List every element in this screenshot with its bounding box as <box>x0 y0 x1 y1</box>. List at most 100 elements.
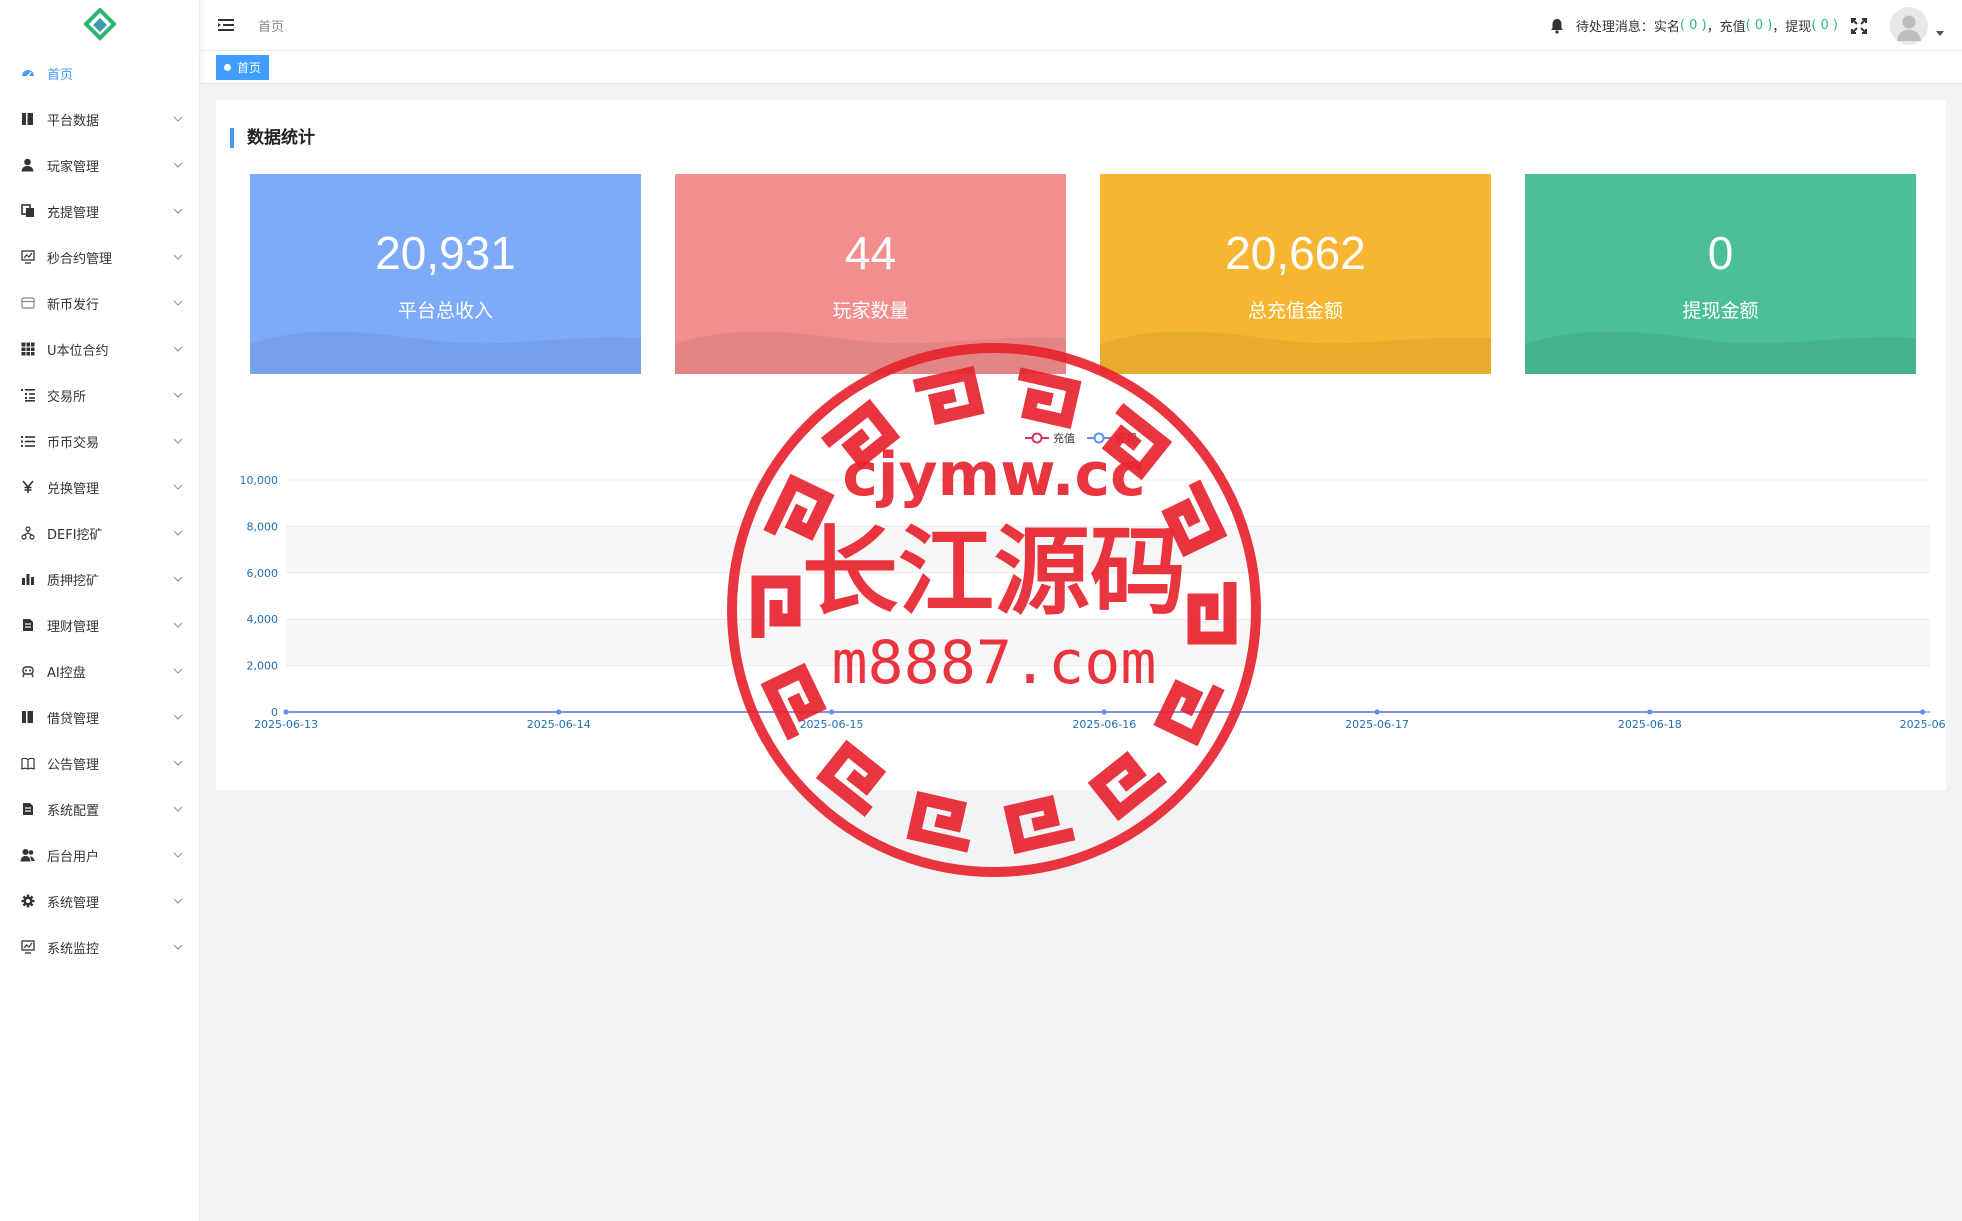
breadcrumb[interactable]: 首页 <box>258 16 284 35</box>
card-player-count[interactable]: 44 玩家数量 <box>675 174 1066 374</box>
sidebar-item-13[interactable]: AI控盘 <box>0 648 199 694</box>
realname-label[interactable]: 实名 <box>1654 16 1680 35</box>
chevron-down-icon <box>171 710 185 724</box>
avatar[interactable] <box>1890 6 1928 45</box>
pending-label: 待处理消息： <box>1575 20 1654 35</box>
realname-count[interactable]: ( 0 ) <box>1680 18 1707 33</box>
sidebar-item-label: 新币发行 <box>47 297 100 313</box>
card-total-revenue[interactable]: 20,931 平台总收入 <box>250 174 641 374</box>
data-point <box>1920 709 1926 715</box>
sidebar-item-1[interactable]: 平台数据 <box>0 96 199 142</box>
sidebar-item-5[interactable]: 新币发行 <box>0 280 199 326</box>
tags-view: 首页 <box>200 51 1962 84</box>
withdraw-count[interactable]: ( 0 ) <box>1811 18 1838 33</box>
sidebar-item-14[interactable]: 借贷管理 <box>0 694 199 740</box>
x-tick-label: 2025-06-14 <box>527 718 591 731</box>
chevron-down-icon <box>171 434 185 448</box>
x-tick-label: 2025-06-15 <box>800 718 864 731</box>
chevron-down-icon <box>171 940 185 954</box>
bell-icon[interactable] <box>1550 18 1566 34</box>
chevron-down-icon <box>171 664 185 678</box>
card-value: 44 <box>844 227 897 279</box>
grid-band <box>286 619 1930 666</box>
data-point <box>1647 709 1653 715</box>
line-chart: 充值 提现 0 2,000 4,000 6,000 8,000 10,000 2025-06… <box>216 390 1946 790</box>
document-icon <box>20 802 35 817</box>
sidebar-item-label: 币币交易 <box>47 435 100 451</box>
sidebar-menu: 首页平台数据 玩家管理充提管理秒合约管理新币发行 U本位合约交易所币币交易兑换管理 D… <box>0 50 199 970</box>
sidebar-item-label: 理财管理 <box>47 619 100 635</box>
monitor-chart-icon <box>20 940 35 955</box>
sidebar-item-10[interactable]: DEFI挖矿 <box>0 510 199 556</box>
sidebar-item-label: 兑换管理 <box>47 481 100 497</box>
card-value: 20,931 <box>375 227 516 279</box>
card-label: 玩家数量 <box>832 300 909 322</box>
sidebar-item-6[interactable]: U本位合约 <box>0 326 199 372</box>
sidebar-item-label: 系统监控 <box>47 941 100 957</box>
wave-decoration <box>1525 331 1916 374</box>
card-label: 提现金额 <box>1682 300 1759 322</box>
sidebar-item-2[interactable]: 玩家管理 <box>0 142 199 188</box>
x-tick-label: 2025-06-17 <box>1345 718 1409 731</box>
sidebar-item-label: 后台用户 <box>47 849 100 865</box>
dashboard-icon <box>20 66 35 81</box>
card-total-recharge[interactable]: 20,662 总充值金额 <box>1100 174 1491 374</box>
stats-panel: 数据统计 20,931 平台总收入 44 玩家数量 20,662 总充值金额 0… <box>216 100 1946 790</box>
sidebar-item-label: 交易所 <box>47 389 87 405</box>
sidebar-item-label: AI控盘 <box>47 665 86 681</box>
y-tick-label: 10,000 <box>240 474 279 487</box>
chevron-down-icon <box>171 572 185 586</box>
logo[interactable] <box>0 0 199 50</box>
card-withdraw-amount[interactable]: 0 提现金额 <box>1525 174 1916 374</box>
chevron-down-icon <box>171 894 185 908</box>
x-tick-label: 2025-06 <box>1900 718 1946 731</box>
caret-down-icon[interactable] <box>1936 30 1944 39</box>
x-tick-label: 2025-06-18 <box>1618 718 1682 731</box>
recharge-label[interactable]: ，充值 <box>1707 16 1746 35</box>
list-icon <box>20 434 35 449</box>
topbar-right: 待处理消息： 实名 ( 0 ) ，充值 ( 0 ) ，提现 ( 0 ) <box>1550 0 1944 51</box>
tag-home[interactable]: 首页 <box>216 54 270 80</box>
sidebar-item-label: 系统配置 <box>47 803 100 819</box>
y-tick-label: 4,000 <box>247 613 279 626</box>
topbar: 首页 待处理消息： 实名 ( 0 ) ，充值 ( 0 ) ，提现 ( 0 ) <box>200 0 1962 51</box>
sidebar-item-0[interactable]: 首页 <box>0 50 199 96</box>
chevron-down-icon <box>171 296 185 310</box>
sidebar-item-17[interactable]: 后台用户 <box>0 832 199 878</box>
sidebar-item-4[interactable]: 秒合约管理 <box>0 234 199 280</box>
monitor-chart-icon <box>20 250 35 265</box>
withdraw-label[interactable]: ，提现 <box>1772 16 1811 35</box>
chevron-down-icon <box>171 388 185 402</box>
chevron-down-icon <box>171 204 185 218</box>
sidebar-item-label: 充提管理 <box>47 205 100 221</box>
sidebar-item-label: 借贷管理 <box>47 711 100 727</box>
sidebar-item-label: 公告管理 <box>47 757 100 773</box>
menu-toggle-icon[interactable] <box>216 15 236 35</box>
chevron-down-icon <box>171 112 185 126</box>
chevron-down-icon <box>171 848 185 862</box>
user-icon <box>20 158 35 173</box>
sidebar-item-8[interactable]: 币币交易 <box>0 418 199 464</box>
chevron-down-icon <box>171 250 185 264</box>
sidebar-item-15[interactable]: 公告管理 <box>0 740 199 786</box>
data-point <box>1374 709 1380 715</box>
data-point <box>283 709 289 715</box>
chevron-down-icon <box>171 618 185 632</box>
sidebar-item-label: 首页 <box>47 67 74 83</box>
sidebar-item-16[interactable]: 系统配置 <box>0 786 199 832</box>
y-tick-label: 2,000 <box>247 660 279 673</box>
sidebar-item-12[interactable]: 理财管理 <box>0 602 199 648</box>
sidebar-item-18[interactable]: 系统管理 <box>0 878 199 924</box>
open-book-icon <box>20 756 35 771</box>
fullscreen-icon[interactable] <box>1850 17 1868 35</box>
sidebar-item-3[interactable]: 充提管理 <box>0 188 199 234</box>
chevron-down-icon <box>171 526 185 540</box>
recharge-count[interactable]: ( 0 ) <box>1746 18 1773 33</box>
sidebar-item-9[interactable]: 兑换管理 <box>0 464 199 510</box>
sidebar-item-7[interactable]: 交易所 <box>0 372 199 418</box>
sidebar-item-19[interactable]: 系统监控 <box>0 924 199 970</box>
chevron-down-icon <box>171 756 185 770</box>
sidebar-item-11[interactable]: 质押挖矿 <box>0 556 199 602</box>
list-indent-icon <box>20 388 35 403</box>
card-label: 总充值金额 <box>1247 300 1343 322</box>
